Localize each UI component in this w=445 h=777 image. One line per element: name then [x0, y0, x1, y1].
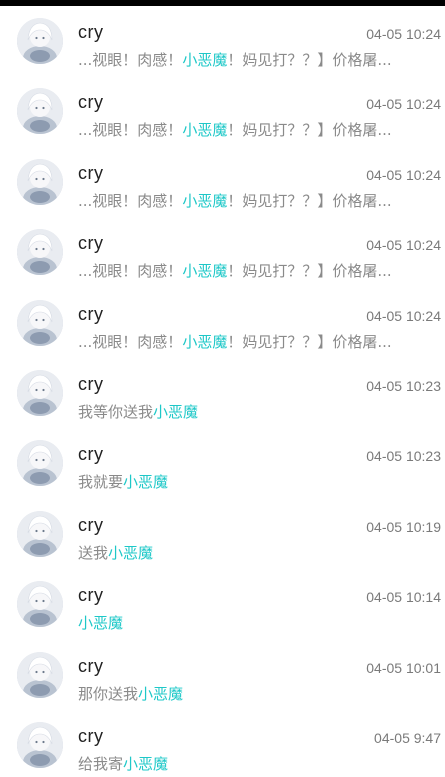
message-time: 04-05 10:01 [366, 659, 441, 676]
message-row[interactable]: cry 04-05 10:24 ...视眼！肉感！小恶魔！妈见打？？】价格屠..… [0, 285, 445, 355]
message-text-after: ！妈见打？？】价格屠... [227, 121, 392, 140]
message-row[interactable]: cry 04-05 10:24 ...视眼！肉感！小恶魔！妈见打？？】价格屠..… [0, 73, 445, 143]
message-time: 04-05 10:24 [366, 26, 441, 42]
message-preview: ...视眼！肉感！小恶魔！妈见打？？】价格屠... [78, 50, 428, 70]
sender-name: cry [78, 162, 104, 183]
message-row[interactable]: cry 04-05 10:14 小恶魔 [0, 566, 445, 636]
sender-name: cry [78, 233, 104, 254]
keyword-highlight: 小恶魔 [78, 614, 124, 633]
message-text-before: 我就要 [78, 473, 124, 492]
message-time: 04-05 10:19 [366, 518, 441, 535]
message-row[interactable]: cry 04-05 10:01 那你送我小恶魔 [0, 637, 445, 707]
message-row[interactable]: cry 04-05 10:23 我就要小恶魔 [0, 425, 445, 495]
message-text-before: ...视眼！肉感！ [78, 262, 183, 281]
message-preview: ...视眼！肉感！小恶魔！妈见打？？】价格屠... [78, 332, 428, 352]
avatar-icon[interactable] [17, 651, 63, 698]
message-preview: ...视眼！肉感！小恶魔！妈见打？？】价格屠... [78, 191, 428, 211]
message-row[interactable]: cry 04-05 10:24 ...视眼！肉感！小恶魔！妈见打？？】价格屠..… [0, 144, 445, 214]
keyword-highlight: 小恶魔 [123, 755, 169, 773]
message-time: 04-05 10:24 [366, 237, 441, 254]
message-preview: 我就要小恶魔 [78, 472, 428, 492]
message-text-after: ！妈见打？？】价格屠... [227, 191, 392, 210]
message-text-before: ...视眼！肉感！ [78, 191, 183, 210]
message-text-after: ！妈见打？？】价格屠... [227, 262, 392, 281]
message-text-before: ...视眼！肉感！ [78, 51, 183, 69]
message-time: 04-05 10:24 [366, 307, 441, 324]
message-text-after: ！妈见打？？】价格屠... [227, 332, 392, 351]
keyword-highlight: 小恶魔 [123, 473, 169, 492]
message-preview: 那你送我小恶魔 [78, 684, 428, 704]
keyword-highlight: 小恶魔 [182, 121, 228, 140]
avatar-icon[interactable] [17, 440, 63, 487]
sender-name: cry [78, 444, 104, 465]
message-text-before: 那你送我 [78, 684, 139, 703]
keyword-highlight: 小恶魔 [153, 403, 199, 421]
keyword-highlight: 小恶魔 [182, 191, 228, 210]
message-preview: ...视眼！肉感！小恶魔！妈见打？？】价格屠... [78, 261, 428, 281]
sender-name: cry [78, 303, 104, 324]
avatar-icon[interactable] [17, 722, 63, 768]
message-text-before: 我等你送我 [78, 403, 154, 421]
avatar-icon[interactable] [17, 370, 63, 416]
message-time: 04-05 9:47 [374, 730, 441, 746]
message-time: 04-05 10:23 [366, 378, 441, 394]
keyword-highlight: 小恶魔 [138, 684, 184, 703]
message-time: 04-05 10:14 [366, 589, 441, 606]
message-time: 04-05 10:24 [366, 96, 441, 113]
message-text-before: 送我 [78, 543, 109, 562]
sender-name: cry [78, 92, 104, 113]
avatar-icon[interactable] [17, 299, 63, 346]
message-text-after: ！妈见打？？】价格屠... [227, 51, 392, 69]
keyword-highlight: 小恶魔 [182, 51, 228, 69]
message-preview: 给我寄小恶魔 [78, 754, 428, 774]
message-preview: ...视眼！肉感！小恶魔！妈见打？？】价格屠... [78, 120, 428, 140]
sender-name: cry [78, 22, 104, 42]
message-preview: 小恶魔 [78, 613, 428, 633]
message-row[interactable]: cry 04-05 10:19 送我小恶魔 [0, 496, 445, 566]
message-row[interactable]: cry 04-05 10:24 ...视眼！肉感！小恶魔！妈见打？？】价格屠..… [0, 3, 445, 73]
avatar-icon[interactable] [17, 18, 63, 64]
sender-name: cry [78, 655, 104, 676]
message-row[interactable]: cry 04-05 9:47 给我寄小恶魔 [0, 707, 445, 777]
keyword-highlight: 小恶魔 [182, 332, 228, 351]
sender-name: cry [78, 514, 104, 535]
avatar-icon[interactable] [17, 158, 63, 205]
message-preview: 我等你送我小恶魔 [78, 402, 428, 422]
avatar-icon[interactable] [17, 88, 63, 135]
message-text-before: ...视眼！肉感！ [78, 121, 183, 140]
message-time: 04-05 10:24 [366, 166, 441, 183]
message-time: 04-05 10:23 [366, 448, 441, 465]
sender-name: cry [78, 726, 104, 746]
avatar-icon[interactable] [17, 510, 63, 557]
sender-name: cry [78, 585, 104, 606]
sender-name: cry [78, 374, 104, 394]
message-preview: 送我小恶魔 [78, 543, 428, 563]
message-text-before: ...视眼！肉感！ [78, 332, 183, 351]
message-row[interactable]: cry 04-05 10:23 我等你送我小恶魔 [0, 355, 445, 425]
message-row[interactable]: cry 04-05 10:24 ...视眼！肉感！小恶魔！妈见打？？】价格屠..… [0, 214, 445, 284]
avatar-icon[interactable] [17, 581, 63, 628]
message-text-before: 给我寄 [78, 755, 124, 773]
keyword-highlight: 小恶魔 [108, 543, 154, 562]
keyword-highlight: 小恶魔 [182, 262, 228, 281]
avatar-icon[interactable] [17, 229, 63, 276]
